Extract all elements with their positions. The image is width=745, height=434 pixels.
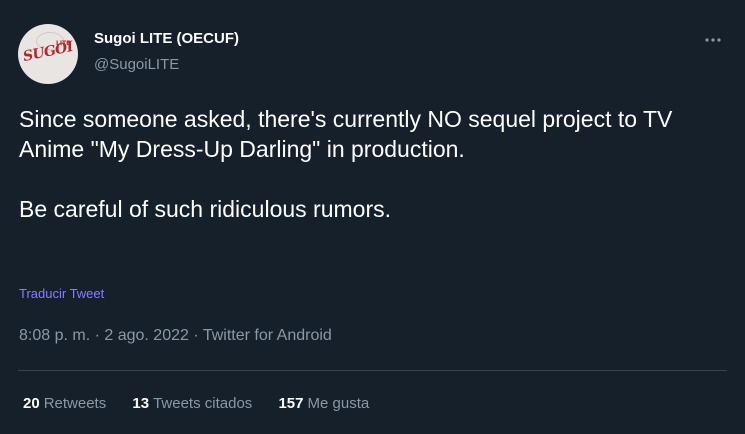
retweets-label: Retweets [43,395,107,412]
tweet-stats: 20 Retweets 13 Tweets citados 157 Me gusta [23,395,391,412]
retweets-stat[interactable]: 20 Retweets [23,395,106,412]
quote-tweets-count: 13 [132,395,150,412]
translate-tweet-link[interactable]: Traducir Tweet [19,286,104,301]
more-horizontal-icon [705,38,721,42]
divider [18,370,727,371]
avatar-logo-subtext: LITE [56,40,71,47]
quote-tweets-label: Tweets citados [153,395,253,412]
avatar[interactable]: SUGOI LITE [18,24,78,84]
meta-separator: · [188,327,203,344]
likes-stat[interactable]: 157 Me gusta [278,395,369,412]
quote-tweets-stat[interactable]: 13 Tweets citados [132,395,252,412]
tweet-meta: 8:08 p. m. · 2 ago. 2022 · Twitter for A… [19,327,332,345]
more-options-button[interactable] [700,30,726,50]
tweet-card: SUGOI LITE Sugoi LITE (OECUF) @SugoiLITE… [0,0,745,434]
tweet-date[interactable]: 2 ago. 2022 [104,327,189,344]
retweets-count: 20 [23,395,40,412]
author-display-name[interactable]: Sugoi LITE (OECUF) [94,30,239,47]
likes-count: 157 [278,395,304,412]
tweet-time[interactable]: 8:08 p. m. [19,327,90,344]
meta-separator: · [90,327,105,344]
likes-label: Me gusta [307,395,370,412]
tweet-text: Since someone asked, there's currently N… [19,104,719,224]
tweet-text-paragraph: Since someone asked, there's currently N… [19,106,673,162]
author-handle[interactable]: @SugoiLITE [94,56,179,73]
tweet-text-paragraph: Be careful of such ridiculous rumors. [19,196,391,222]
tweet-source[interactable]: Twitter for Android [203,327,332,344]
